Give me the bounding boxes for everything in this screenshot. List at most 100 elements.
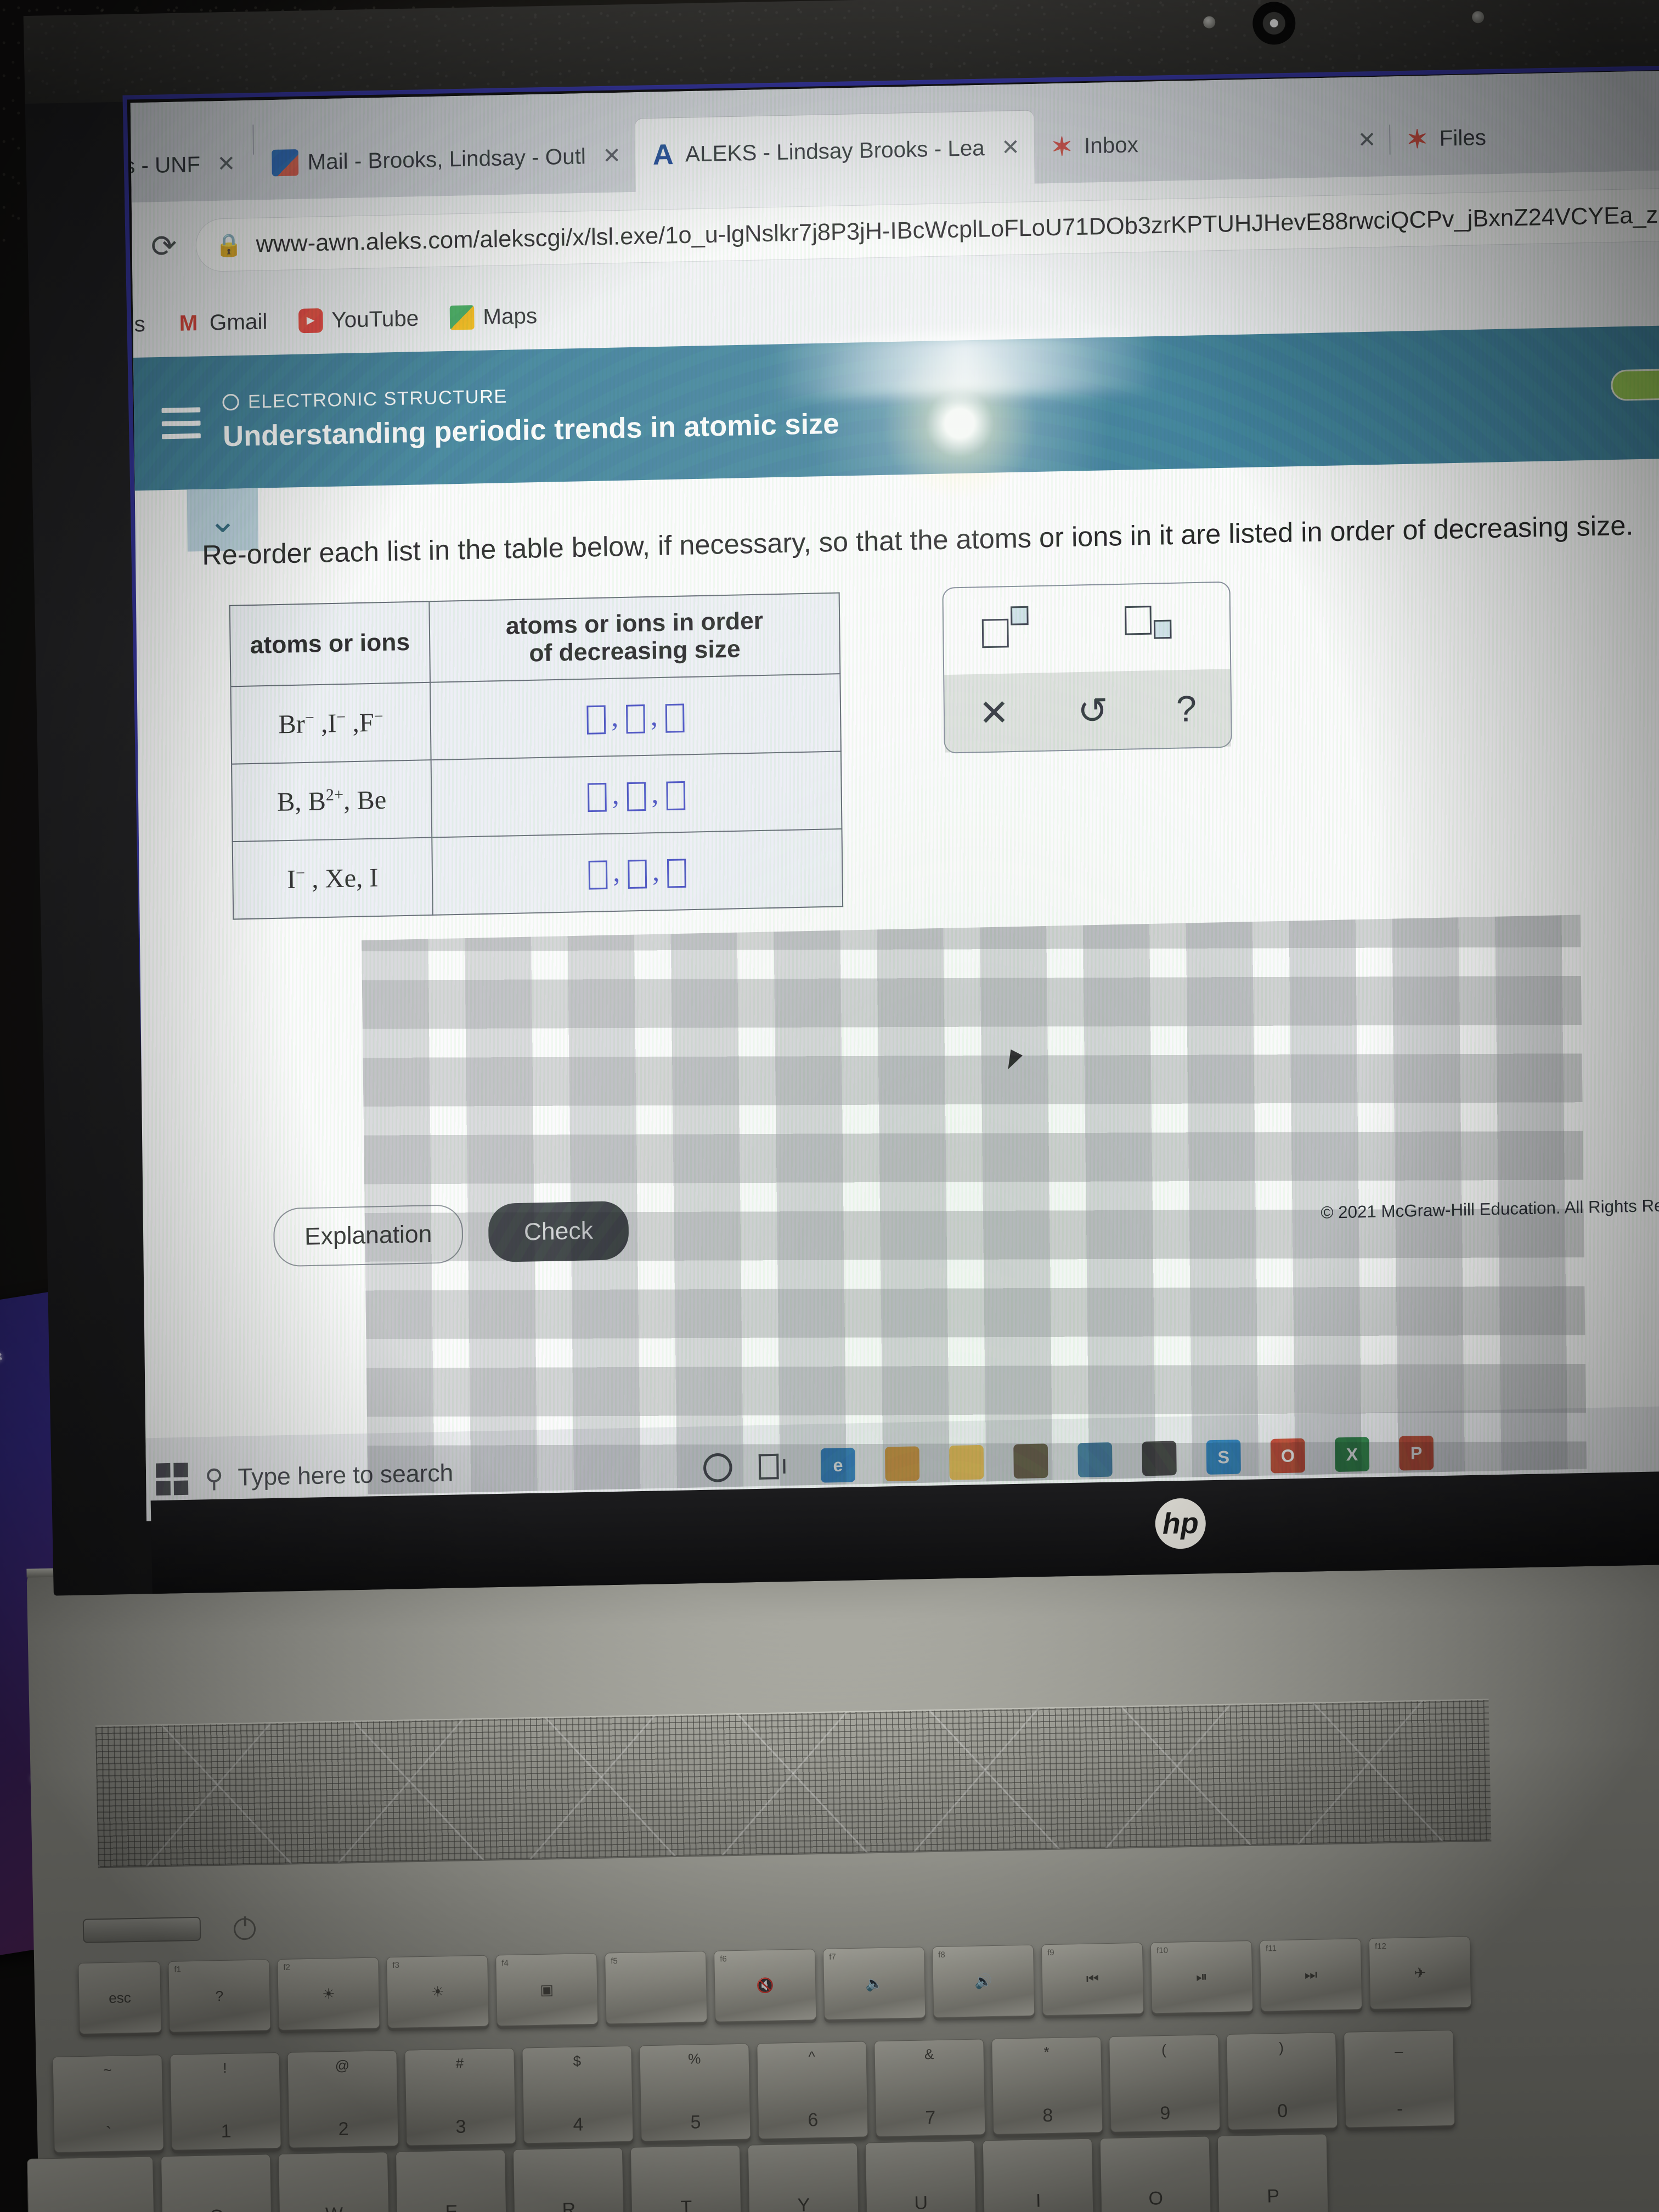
key-shift-label: ( [1161, 2041, 1167, 2058]
answer-box[interactable] [586, 705, 606, 735]
tab-aleks[interactable]: A ALEKS - Lindsay Brooks - Lea ✕ [635, 110, 1035, 192]
key-7[interactable]: & 7 [874, 2039, 986, 2137]
clear-icon[interactable]: ✕ [979, 691, 1010, 735]
address-bar[interactable]: 🔒 www-awn.aleks.com/alekscgi/x/lsl.exe/1… [195, 187, 1659, 273]
answer-boxes[interactable]: ,, [581, 699, 690, 735]
answer-boxes[interactable]: ,, [582, 777, 691, 812]
key--[interactable]: _ - [1344, 2029, 1455, 2128]
taskbar-search[interactable]: ⚲ Type here to search [205, 1453, 703, 1494]
edge-icon[interactable]: e [820, 1447, 856, 1483]
excel-icon[interactable]: X [1334, 1437, 1370, 1472]
bookmark-gmail[interactable]: M Gmail [176, 309, 268, 336]
key-1[interactable]: ! 1 [170, 2052, 281, 2151]
subscript-template-button[interactable] [1125, 603, 1192, 648]
reload-icon[interactable]: ⟳ [151, 228, 177, 265]
close-icon[interactable]: ✕ [602, 143, 621, 169]
answer-box[interactable] [587, 782, 607, 812]
check-button[interactable]: Check [488, 1200, 629, 1263]
key-f10[interactable]: f10 ⏯ [1150, 1940, 1254, 2014]
answer-boxes[interactable]: ,, [583, 855, 692, 890]
key-f12[interactable]: f12 ✈ [1368, 1936, 1472, 2010]
mail-icon[interactable] [1077, 1442, 1113, 1477]
key-esc[interactable]: esc [78, 1961, 162, 2034]
cortana-icon[interactable] [703, 1453, 732, 1483]
key-3[interactable]: #3 [404, 2047, 516, 2146]
undo-icon[interactable]: ↺ [1077, 689, 1109, 732]
key-f7[interactable]: f7 🔈 [822, 1946, 926, 2020]
tab-mail-outlook[interactable]: Mail - Brooks, Lindsay - Outl ✕ [257, 119, 636, 200]
tab-wings-unf[interactable]: Wings - UNF ✕ [131, 127, 251, 204]
key-f8[interactable]: f8 🔊 [932, 1944, 1035, 2018]
chrome-icon[interactable] [884, 1446, 920, 1482]
bookmark-apps[interactable]: ps [131, 312, 145, 337]
key-f1[interactable]: f1? [168, 1959, 271, 2033]
answer-box[interactable] [666, 781, 686, 811]
key-0[interactable]: ) 0 [1226, 2032, 1338, 2130]
action-button-row[interactable]: Explanation Check [273, 1200, 629, 1267]
key-f5[interactable]: f5 [605, 1951, 708, 2024]
key-8[interactable]: * 8 [991, 2036, 1103, 2135]
key-`[interactable]: ~ ` [52, 2055, 164, 2153]
key-f9[interactable]: f9 ⏮ [1041, 1942, 1144, 2016]
tab-inbox[interactable]: ✶ Inbox [1034, 108, 1153, 184]
key-f11[interactable]: f11 ⏭ [1259, 1938, 1363, 2012]
key-I[interactable]: I [982, 2138, 1094, 2212]
help-icon[interactable]: ? [1176, 687, 1197, 730]
office-icon[interactable]: O [1270, 1438, 1306, 1474]
key-E[interactable]: E [395, 2149, 508, 2212]
dropbox-icon[interactable] [1142, 1441, 1177, 1476]
math-tool-palette[interactable]: ✕ ↺ ? [942, 581, 1232, 754]
key-P[interactable]: P [1217, 2134, 1329, 2212]
hamburger-icon[interactable] [161, 407, 201, 439]
bookmark-maps[interactable]: Maps [449, 303, 538, 330]
answer-box[interactable] [627, 782, 646, 811]
key-fn-label: f2 [283, 1962, 291, 1972]
answer-cell-2[interactable]: ,, [431, 751, 842, 838]
key-f6[interactable]: f6 🔇 [713, 1949, 817, 2022]
file-explorer-icon[interactable] [949, 1444, 984, 1480]
key-W[interactable]: W [278, 2152, 391, 2212]
key-4[interactable]: $4 [522, 2045, 634, 2144]
key-T[interactable]: T [630, 2145, 743, 2212]
answer-box[interactable] [665, 703, 685, 733]
bookmark-label: ps [130, 312, 146, 337]
key-5[interactable]: % 5 [639, 2043, 751, 2142]
key-Y[interactable]: Y [747, 2142, 860, 2212]
store-icon[interactable] [1013, 1443, 1048, 1479]
key-6[interactable]: ^ 6 [757, 2041, 868, 2140]
close-icon[interactable]: ✕ [217, 151, 235, 177]
laptop-base: esc f1? f2 ☀ f3 ☀ f4 ▣ f5 f6 🔇 f7 🔈 f8 🔊 f9 ⏮ f10 ⏯ f11 ⏭ f12… [26, 1536, 1659, 2212]
laptop-lid: Wings - UNF ✕ Mail - Brooks, Lindsay - O… [23, 0, 1659, 1596]
key-U[interactable]: U [865, 2140, 978, 2212]
powerpoint-icon[interactable]: P [1399, 1435, 1434, 1471]
topic-eyebrow: ELECTRONIC STRUCTURE [222, 379, 839, 413]
key-O[interactable]: O [1099, 2136, 1212, 2212]
key-2[interactable]: @2 [287, 2050, 399, 2148]
close-icon[interactable]: ✕ [1001, 134, 1020, 160]
key-Q[interactable]: Q [160, 2154, 273, 2212]
key-f4[interactable]: f4 ▣ [495, 1953, 599, 2027]
taskbar-app-icons[interactable]: e SOXP [820, 1435, 1434, 1483]
key-f3[interactable]: f3 ☀ [386, 1955, 489, 2029]
task-view-icon[interactable] [758, 1453, 790, 1480]
answer-box[interactable] [626, 704, 645, 734]
superscript-template-button[interactable] [981, 606, 1048, 651]
power-button[interactable] [233, 1917, 256, 1940]
key-fn-label: f10 [1156, 1945, 1169, 1956]
answer-box[interactable] [628, 859, 647, 889]
answer-box[interactable] [667, 859, 686, 888]
key-f2[interactable]: f2 ☀ [277, 1957, 380, 2031]
bookmark-youtube[interactable]: ► YouTube [298, 306, 419, 334]
skype-icon[interactable]: S [1206, 1440, 1241, 1475]
key-tab[interactable]: ⇥ [27, 2156, 156, 2212]
explanation-button[interactable]: Explanation [273, 1204, 464, 1267]
answer-cell-3[interactable]: ,, [432, 828, 843, 915]
tab-files[interactable]: ✕ ✶ Files [1335, 101, 1501, 178]
close-icon[interactable]: ✕ [1357, 127, 1376, 153]
answer-cell-1[interactable]: ,, [430, 674, 841, 760]
key-9[interactable]: (9 [1109, 2034, 1221, 2132]
keyboard[interactable]: esc f1? f2 ☀ f3 ☀ f4 ▣ f5 f6 🔇 f7 🔈 f8 🔊 f9 ⏮ f10 ⏯ f11 ⏭ f12… [27, 1920, 1659, 2212]
windows-logo-icon[interactable] [156, 1463, 189, 1496]
key-R[interactable]: R [512, 2147, 625, 2212]
answer-box[interactable] [588, 860, 608, 890]
